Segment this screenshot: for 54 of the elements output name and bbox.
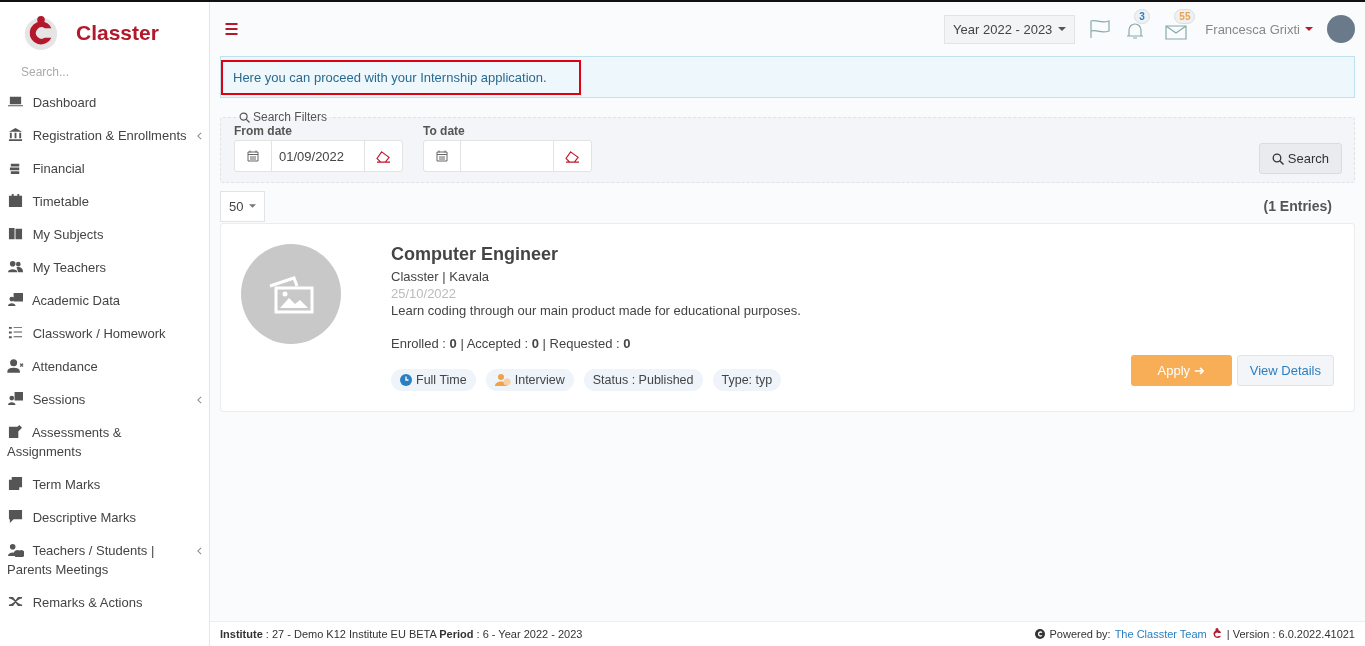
- post-date: 25/10/2022: [391, 286, 458, 301]
- menu-item[interactable]: My Teachers: [0, 251, 209, 284]
- menu-item[interactable]: Assessments & Assignments: [0, 416, 209, 468]
- field-label: To date: [423, 124, 466, 138]
- page-size-dropdown[interactable]: 50: [220, 190, 266, 222]
- version-label: | Version : 6.0.2022.41021: [1226, 628, 1355, 640]
- tag: Status : Published: [583, 369, 703, 391]
- menu-item[interactable]: My Subjects: [0, 218, 209, 251]
- clock-icon: [400, 374, 412, 386]
- menu-item[interactable]: Teachers / Students | Parents Meetings: [0, 534, 209, 586]
- powered-by-label: Powered by:: [1049, 628, 1111, 640]
- notification-count: 3: [1134, 9, 1150, 24]
- field-label: From date: [234, 124, 293, 138]
- menu-item[interactable]: Sessions: [0, 383, 209, 416]
- date-field[interactable]: 01/09/2022: [234, 140, 403, 172]
- message-count: 55: [1174, 9, 1196, 24]
- logo-icon: [22, 14, 60, 52]
- menu-item[interactable]: Attendance: [0, 350, 209, 383]
- description: Learn coding through our main product made for educational purposes.: [391, 303, 802, 318]
- menu-item[interactable]: Classwork / Homework: [0, 317, 209, 350]
- year-dropdown[interactable]: Year 2022 - 2023: [944, 14, 1076, 44]
- caret-icon: [1305, 27, 1313, 31]
- tag: Interview: [485, 369, 574, 391]
- search-button[interactable]: Search: [1258, 143, 1342, 174]
- tag: Full Time: [391, 369, 476, 391]
- tag: Type: typ: [712, 369, 782, 391]
- caret-icon: [249, 204, 257, 208]
- search-icon: [1271, 152, 1284, 165]
- application-counts: Enrolled : 0 | Accepted : 0 | Requested : 0: [391, 336, 632, 351]
- entries-count: (1 Entries): [1263, 198, 1332, 214]
- avatar[interactable]: [1327, 15, 1355, 43]
- brand-name: Classter: [76, 21, 159, 45]
- caret-icon: [1058, 27, 1067, 31]
- company-location: Classter | Kavala: [391, 269, 491, 284]
- internship-title: Computer Engineer: [391, 244, 560, 265]
- menu-item[interactable]: Timetable: [0, 185, 209, 218]
- view-details-button[interactable]: View Details: [1236, 354, 1334, 386]
- team-link[interactable]: The Classter Team: [1114, 628, 1207, 640]
- person-icon: [494, 374, 511, 386]
- menu-item[interactable]: Descriptive Marks: [0, 501, 209, 534]
- alert-message: Here you can proceed with your Internship application.: [221, 59, 581, 95]
- menu-search-field[interactable]: Search...: [19, 64, 193, 80]
- search-icon: [239, 111, 250, 123]
- menu-item[interactable]: Remarks & Actions: [0, 586, 209, 619]
- user-menu[interactable]: Francesca Grixti: [1205, 21, 1313, 37]
- menu-item[interactable]: Dashboard: [0, 86, 209, 119]
- copyright-icon: [1035, 629, 1046, 639]
- menu-item[interactable]: Financial: [0, 152, 209, 185]
- institute-info: Institute : 27 - Demo K12 Institute EU BETA Period : 6 - Year 2022 - 2023: [220, 628, 583, 640]
- menu-item[interactable]: Academic Data: [0, 284, 209, 317]
- menu-item[interactable]: Term Marks: [0, 468, 209, 501]
- menu-item[interactable]: Registration & Enrollments: [0, 119, 209, 152]
- date-field[interactable]: [423, 140, 592, 172]
- filters-legend: Search Filters: [236, 110, 331, 124]
